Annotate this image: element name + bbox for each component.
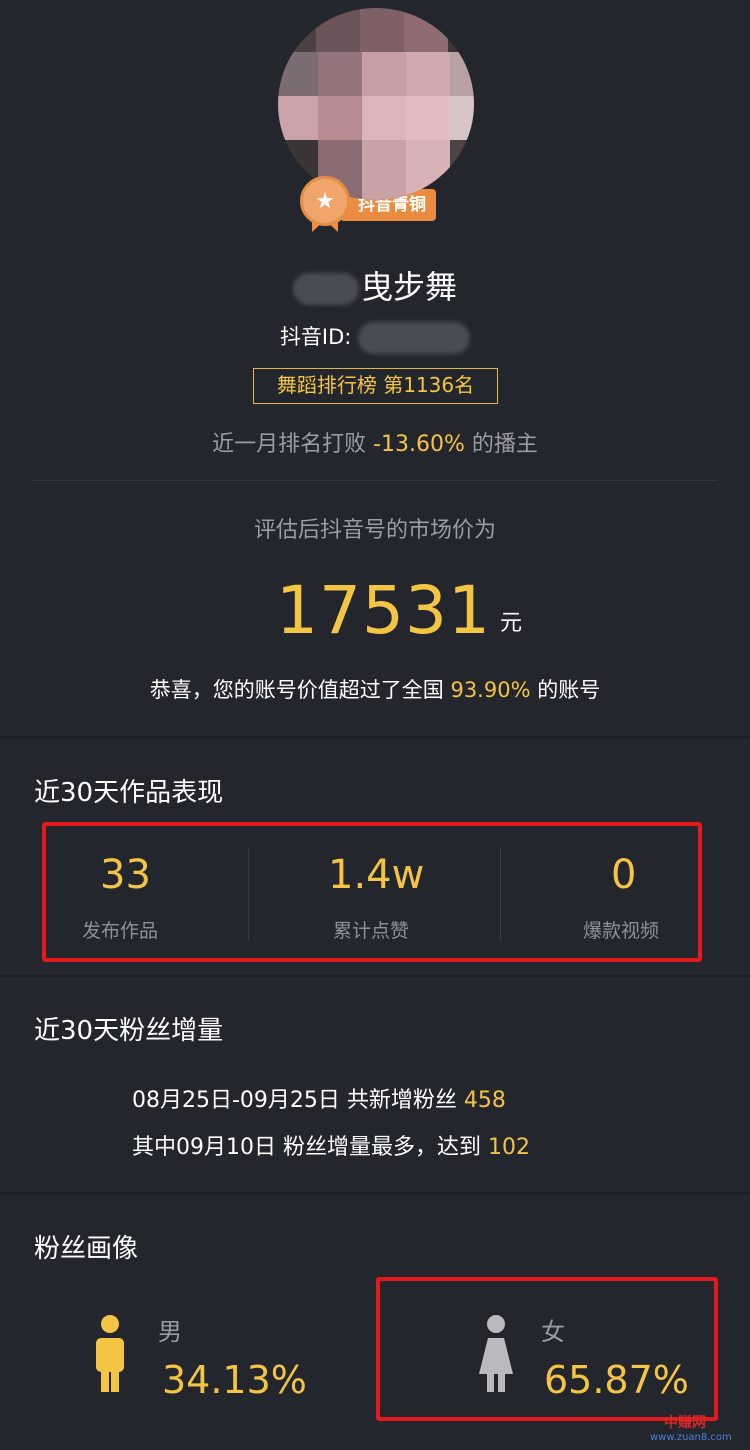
market-value: 17531: [276, 572, 491, 649]
blurred-name-mask: [292, 273, 359, 305]
fans-growth-section-title: 近30天粉丝增量: [34, 1016, 224, 1046]
fans-growth-total-label: 08月25日-09月25日 共新增粉丝: [132, 1088, 464, 1113]
section-divider: [0, 736, 750, 738]
divider: [32, 480, 718, 481]
category-rank-badge: 舞蹈排行榜 第1136名: [253, 368, 498, 404]
section-divider: [0, 975, 750, 977]
works-section-title: 近30天作品表现: [34, 778, 224, 808]
bronze-rank-badge: 抖音青铜 ★: [300, 176, 448, 240]
male-percent: 34.13%: [162, 1358, 307, 1402]
account-name: 曳步舞: [0, 262, 750, 308]
douyin-id: 抖音ID:: [0, 321, 750, 354]
avatar: [278, 8, 474, 200]
fans-growth-peak-label: 其中09月10日 粉丝增量最多，达到: [132, 1135, 488, 1160]
male-icon: [96, 1315, 124, 1392]
blurred-id-mask: [358, 322, 471, 354]
douyin-id-label: 抖音ID:: [279, 325, 359, 349]
section-divider: [0, 1192, 750, 1194]
congrats-suffix: 的账号: [530, 678, 601, 702]
watermark-logo: 中赚网: [664, 1415, 706, 1431]
female-highlight-box: [376, 1277, 718, 1421]
monthly-rank-text: 近一月排名打败 -13.60% 的播主: [0, 426, 750, 458]
account-name-text: 曳步舞: [360, 268, 457, 306]
fans-portrait-section-title: 粉丝画像: [34, 1234, 139, 1264]
badge-label: 抖音青铜: [340, 189, 436, 221]
male-label: 男: [158, 1318, 182, 1346]
star-medal-icon: ★: [300, 176, 350, 226]
fans-growth-peak: 其中09月10日 粉丝增量最多，达到 102: [132, 1129, 530, 1161]
congrats-text: 恭喜，您的账号价值超过了全国 93.90% 的账号: [0, 674, 750, 704]
congrats-percent: 93.90%: [450, 678, 531, 702]
fans-growth-total: 08月25日-09月25日 共新增粉丝 458: [132, 1082, 506, 1114]
congrats-prefix: 恭喜，您的账号价值超过了全国: [149, 678, 451, 702]
works-highlight-box: [42, 822, 702, 962]
rank-suffix: 的播主: [464, 432, 538, 457]
rank-percent: -13.60%: [373, 432, 465, 457]
market-value-label: 评估后抖音号的市场价为: [253, 518, 496, 543]
fans-growth-total-value: 458: [463, 1088, 506, 1113]
rank-prefix: 近一月排名打败: [212, 432, 374, 457]
market-value-unit: 元: [500, 611, 523, 636]
watermark-url: www.zuan8.com: [650, 1432, 732, 1443]
fans-growth-peak-value: 102: [487, 1135, 530, 1160]
